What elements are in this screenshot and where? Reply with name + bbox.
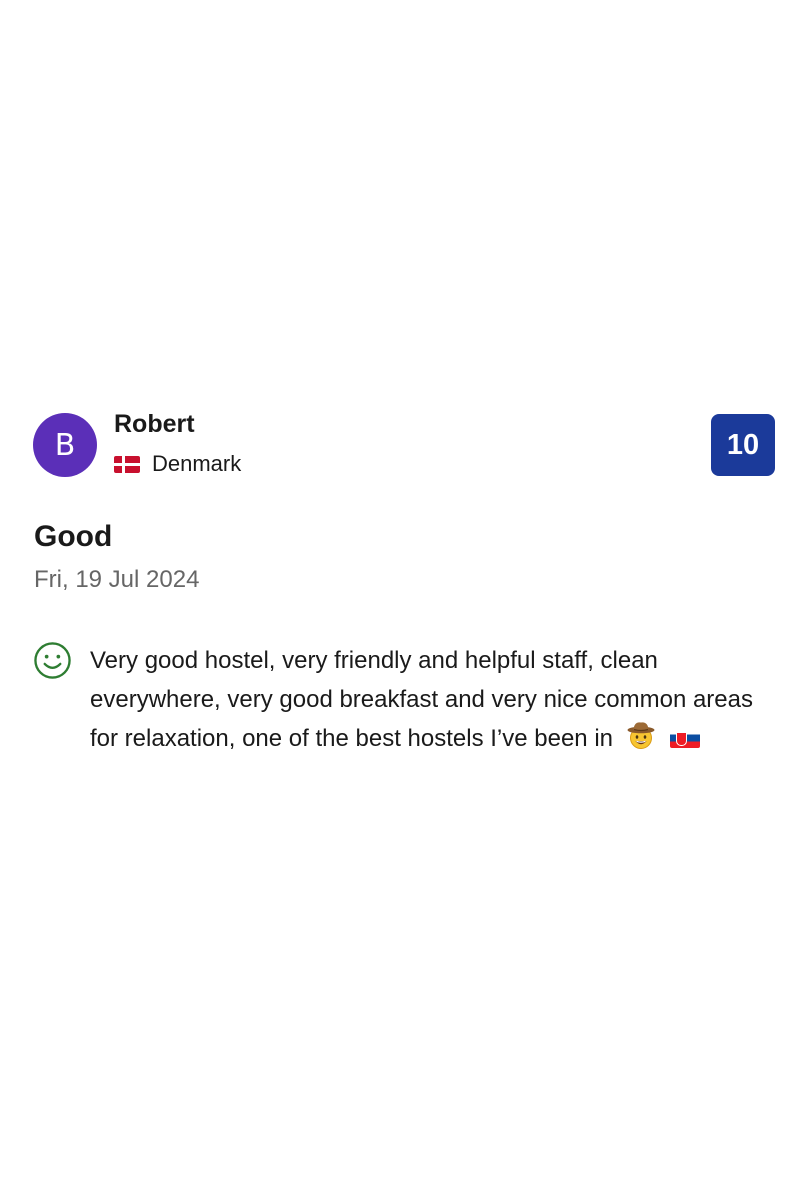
review-card: B Robert Denmark 10 Good Fri, 19 Jul 202…	[0, 0, 808, 1200]
reviewer-country: Denmark	[114, 451, 241, 477]
country-name: Denmark	[152, 451, 242, 476]
avatar-initial: B	[54, 427, 76, 463]
review-title: Good	[34, 520, 113, 553]
avatar: B	[33, 413, 97, 477]
review-text: Very good hostel, very friendly and help…	[90, 641, 770, 758]
cowboy-hat-face-icon	[627, 722, 655, 749]
review-date: Fri, 19 Jul 2024	[34, 566, 200, 593]
slovakia-flag-icon	[670, 728, 701, 748]
score-value: 10	[726, 428, 760, 461]
reviewer-name: Robert	[114, 410, 195, 438]
denmark-flag-icon	[114, 455, 140, 473]
score-badge: 10	[711, 414, 775, 476]
smiley-icon	[34, 642, 71, 679]
